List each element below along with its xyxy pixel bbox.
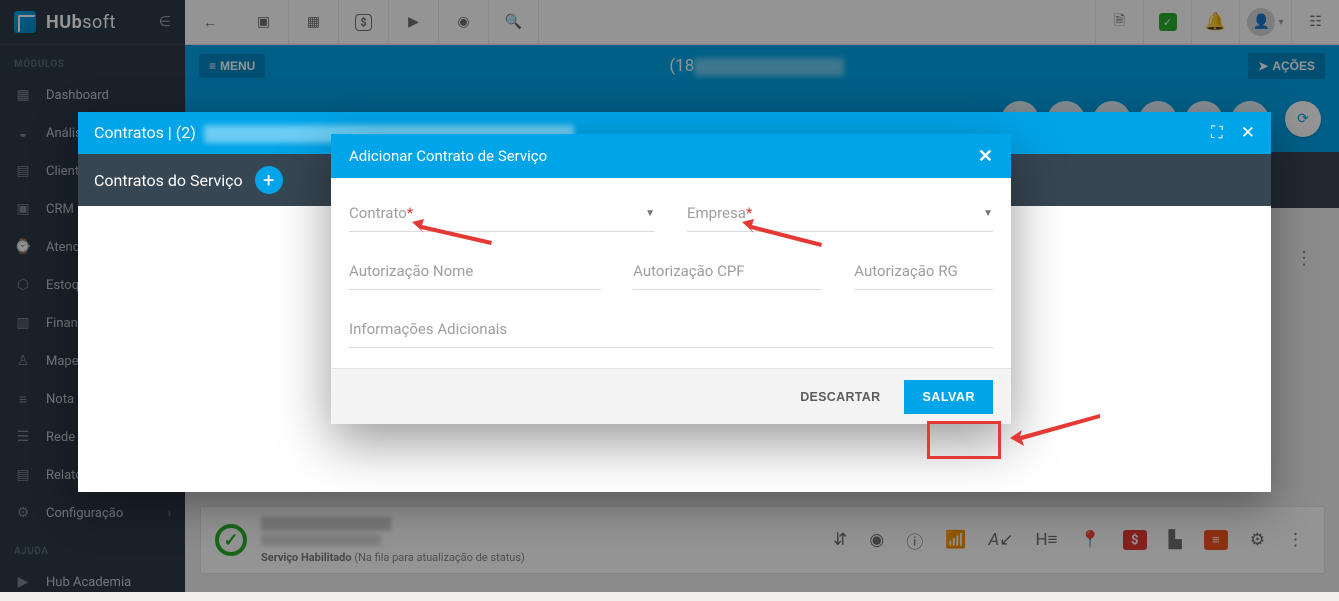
save-button[interactable]: SALVAR [904,380,993,414]
field-info[interactable]: Informações Adicionais [349,320,993,348]
fullscreen-icon[interactable]: ⛶ [1211,123,1223,143]
contrato-input[interactable] [349,204,655,232]
auth-rg-input[interactable] [854,262,993,290]
dialog-add-contract: Adicionar Contrato de Serviço ✕ Contrato… [331,134,1011,424]
add-contract-button[interactable]: + [255,166,283,194]
field-contrato[interactable]: Contrato* ▼ [349,204,655,232]
field-auth-nome[interactable]: Autorização Nome [349,262,601,290]
close-icon[interactable]: ✕ [1241,123,1255,143]
auth-cpf-input[interactable] [633,262,822,290]
dialog-add-title: Adicionar Contrato de Serviço [349,147,547,165]
dropdown-icon[interactable]: ▼ [645,208,655,219]
discard-button[interactable]: DESCARTAR [788,382,892,412]
empresa-input[interactable] [687,204,993,232]
field-auth-rg[interactable]: Autorização RG [854,262,993,290]
field-auth-cpf[interactable]: Autorização CPF [633,262,822,290]
dropdown-icon[interactable]: ▼ [983,208,993,219]
auth-nome-input[interactable] [349,262,601,290]
close-icon[interactable]: ✕ [978,146,993,167]
dialog-contracts-subtitle: Contratos do Serviço [94,171,243,190]
info-input[interactable] [349,320,993,348]
field-empresa[interactable]: Empresa* ▼ [687,204,993,232]
